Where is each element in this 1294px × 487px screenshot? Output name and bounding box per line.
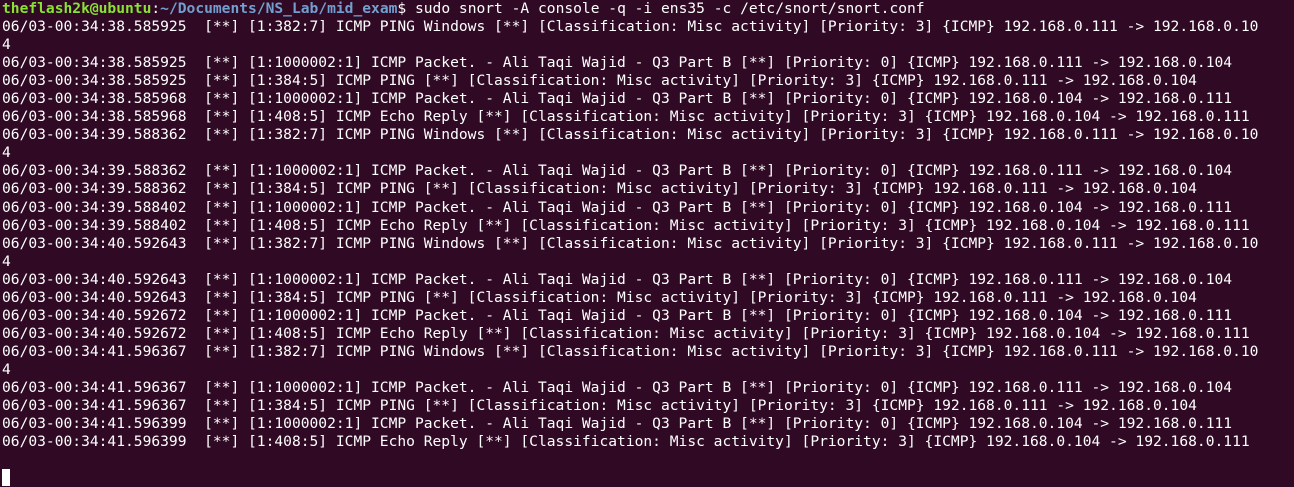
output-line: 06/03-00:34:39.588362 [**] [1:382:7] ICM… bbox=[2, 126, 1259, 144]
output-line: 4 bbox=[2, 36, 11, 54]
output-line: 06/03-00:34:40.592643 [**] [1:1000002:1]… bbox=[2, 270, 1233, 288]
output-line: 06/03-00:34:39.588402 [**] [1:1000002:1]… bbox=[2, 198, 1233, 216]
prompt-path: ~/Documents/NS_Lab/mid_exam bbox=[160, 0, 398, 17]
output-line: 06/03-00:34:39.588402 [**] [1:408:5] ICM… bbox=[2, 216, 1250, 234]
output-line: 06/03-00:34:39.588362 [**] [1:384:5] ICM… bbox=[2, 180, 1197, 198]
output-line: 06/03-00:34:39.588362 [**] [1:1000002:1]… bbox=[2, 162, 1233, 180]
prompt-separator: : bbox=[151, 0, 161, 17]
command-prompt-line: theflash2k@ubuntu:~/Documents/NS_Lab/mid… bbox=[2, 0, 1294, 18]
output-line: 06/03-00:34:40.592672 [**] [1:1000002:1]… bbox=[2, 306, 1233, 324]
output-line: 06/03-00:34:38.585925 [**] [1:382:7] ICM… bbox=[2, 18, 1259, 36]
command-text: sudo snort -A console -q -i ens35 -c /et… bbox=[414, 0, 925, 17]
output-line: 06/03-00:34:41.596367 [**] [1:1000002:1]… bbox=[2, 378, 1233, 396]
output-line: 06/03-00:34:40.592643 [**] [1:384:5] ICM… bbox=[2, 288, 1197, 306]
output-line: 4 bbox=[2, 144, 11, 162]
output-line: 06/03-00:34:41.596399 [**] [1:1000002:1]… bbox=[2, 415, 1233, 433]
prompt-user-host: theflash2k@ubuntu bbox=[2, 0, 152, 17]
output-line: 06/03-00:34:38.585968 [**] [1:408:5] ICM… bbox=[2, 108, 1250, 126]
output-line: 06/03-00:34:38.585925 [**] [1:1000002:1]… bbox=[2, 54, 1233, 72]
output-line: 06/03-00:34:40.592643 [**] [1:382:7] ICM… bbox=[2, 234, 1259, 252]
output-line: 06/03-00:34:41.596367 [**] [1:384:5] ICM… bbox=[2, 397, 1197, 415]
output-line: 06/03-00:34:41.596399 [**] [1:408:5] ICM… bbox=[2, 433, 1250, 451]
terminal-window[interactable]: theflash2k@ubuntu:~/Documents/NS_Lab/mid… bbox=[0, 0, 1294, 487]
output-line: 06/03-00:34:38.585968 [**] [1:1000002:1]… bbox=[2, 90, 1233, 108]
text-cursor[interactable] bbox=[2, 469, 10, 487]
cursor-line bbox=[2, 469, 1294, 487]
output-line: 06/03-00:34:40.592672 [**] [1:408:5] ICM… bbox=[2, 324, 1250, 342]
output-line: 06/03-00:34:38.585925 [**] [1:384:5] ICM… bbox=[2, 72, 1197, 90]
output-block: 06/03-00:34:38.585925 [**] [1:382:7] ICM… bbox=[2, 18, 1294, 469]
prompt-dollar: $ bbox=[397, 0, 415, 17]
output-line: 4 bbox=[2, 360, 11, 378]
output-line: 06/03-00:34:41.596367 [**] [1:382:7] ICM… bbox=[2, 342, 1259, 360]
output-line: 4 bbox=[2, 252, 11, 270]
